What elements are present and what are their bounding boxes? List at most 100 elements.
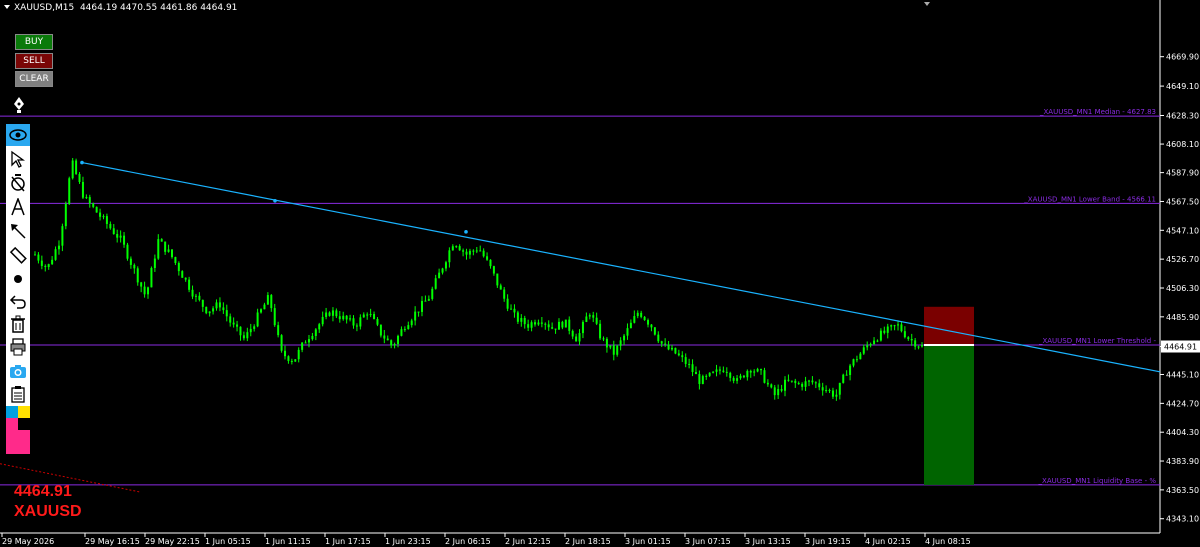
candle-body [530,322,533,328]
candle-body [794,380,797,384]
scroll-marker-icon [924,2,930,6]
y-tick-label: 4363.50 [1166,486,1199,495]
candle-body [352,318,355,326]
candle-body [218,302,221,308]
candle-body [578,333,581,342]
candle-body [581,321,584,334]
candle-body [301,342,304,350]
buy-button[interactable]: BUY [15,34,53,50]
eye-icon[interactable] [6,124,30,146]
candle-body [150,267,153,288]
candle-body [123,235,126,245]
x-tick-label: 2 Jun 06:15 [445,537,491,546]
candle-body [760,369,763,371]
candle-body [383,335,386,339]
candle-body [838,382,841,395]
candle-body [34,254,36,256]
candle-body [47,264,50,268]
camera-icon[interactable] [6,360,30,382]
candle-body [715,369,718,372]
clipboard-icon[interactable] [6,383,30,405]
candle-body [311,335,314,340]
candle-body [119,235,122,238]
candle-body [448,250,451,263]
candle-body [921,345,923,347]
candle-body [777,389,780,396]
candle-body [588,315,591,317]
candle-body [540,322,543,324]
candle-body [304,342,307,344]
candle-body [170,249,173,258]
candle-body [718,369,721,371]
clear-button[interactable]: CLEAR [15,71,53,87]
candle-body [770,384,773,388]
x-tick-label: 3 Jun 19:15 [805,537,851,546]
candle-body [523,318,526,325]
candle-body [688,363,691,365]
candle-body [249,328,252,333]
candle-body [208,311,211,314]
undo-icon[interactable] [6,290,30,312]
candle-body [338,316,341,320]
candle-body [821,387,824,391]
candle-body [513,308,516,313]
candle-body [212,308,215,312]
candle-body [92,203,95,207]
candle-body [242,335,245,339]
trash-icon[interactable] [6,313,30,335]
candle-body [900,324,903,332]
candle-body [318,324,321,330]
candle-body [585,316,588,322]
level-label: _XAUUSD_MN1 Lower Band - 4566.11 [1023,195,1156,203]
candle-body [845,374,848,376]
y-tick-label: 4404.30 [1166,428,1199,437]
candle-body [852,359,855,366]
candle-body [616,345,619,355]
candle-body [873,340,876,344]
x-tick-label: 3 Jun 07:15 [685,537,731,546]
candle-body [215,302,218,309]
candle-body [444,262,447,269]
cursor-icon[interactable] [6,148,30,170]
text-icon[interactable] [6,196,30,218]
candle-body [557,321,560,330]
candle-body [164,241,167,252]
candle-body [198,295,201,300]
candle-body [746,370,749,378]
candle-body [842,374,845,383]
pen-icon[interactable] [9,95,29,115]
candle-body [818,383,821,388]
candle-body [105,216,108,224]
palette-icon[interactable] [6,406,30,454]
arrow-icon[interactable] [6,220,30,242]
candle-body [780,389,783,391]
candle-body [544,323,547,325]
sell-button[interactable]: SELL [15,53,53,69]
candle-body [400,329,403,336]
candle-body [260,309,263,313]
price-chart[interactable]: 4669.90 4649.10 4628.30 4608.10 4587.90 4567.… [0,0,1200,547]
printer-icon[interactable] [6,336,30,358]
candle-body [561,321,564,328]
x-tick-label: 3 Jun 13:15 [745,537,791,546]
candle-body [691,364,694,372]
candle-body [784,379,787,391]
candle-body [725,371,728,373]
y-tick-label: 4628.30 [1166,112,1199,121]
candle-body [520,318,523,322]
candle-body [246,332,249,339]
candle-body [496,273,499,286]
candle-body [143,286,146,295]
crosshair-icon[interactable] [6,172,30,194]
dot-icon[interactable] [6,268,30,290]
candle-body [335,310,338,317]
candle-body [263,304,266,310]
candle-body [499,285,502,290]
level-label: _XAUUSD_MN1 Median - 4627.83 [1039,108,1156,116]
ruler-icon[interactable] [6,244,30,266]
chart-menu-arrow-icon[interactable] [4,5,10,9]
candle-body [694,371,697,375]
candle-body [883,330,886,333]
level-label: _XAUUSD_MN1 Lower Threshold - [1038,337,1157,345]
candle-body [273,308,276,326]
